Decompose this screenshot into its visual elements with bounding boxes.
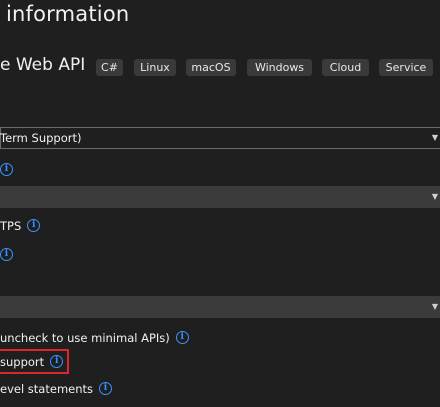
authentication-type-select[interactable]: ▼	[0, 186, 440, 208]
use-controllers-row[interactable]: uncheck to use minimal APIs) i	[0, 329, 189, 347]
dropdown-arrow-icon: ▼	[431, 133, 438, 142]
info-icon[interactable]: i	[0, 163, 13, 176]
tag-csharp: C#	[96, 59, 123, 76]
dropdown-arrow-icon: ▼	[431, 302, 438, 311]
configure-https-row[interactable]: TPS i	[0, 217, 41, 235]
authentication-info-row: i	[0, 160, 13, 179]
info-icon[interactable]: i	[99, 382, 113, 395]
use-controllers-label: uncheck to use minimal APIs)	[0, 331, 170, 345]
tag-service: Service	[379, 59, 433, 76]
enable-openapi-label: support	[0, 355, 45, 369]
info-icon[interactable]: i	[27, 219, 41, 232]
framework-select-value: Term Support)	[0, 131, 82, 145]
info-icon[interactable]: i	[50, 355, 64, 368]
docker-os-select[interactable]: ▼	[0, 296, 440, 318]
configure-https-label: TPS	[0, 219, 22, 233]
top-level-statements-row[interactable]: evel statements i	[0, 380, 113, 398]
framework-select[interactable]: Term Support) ▼	[0, 127, 440, 149]
top-level-statements-label: evel statements	[0, 382, 94, 396]
enable-openapi-row[interactable]: support i	[0, 353, 64, 371]
dropdown-arrow-icon: ▼	[431, 192, 438, 201]
tag-macos: macOS	[186, 59, 236, 76]
enable-docker-info-row: i	[0, 245, 13, 264]
template-name: e Web API	[0, 55, 86, 75]
page-title: information	[6, 2, 130, 26]
tag-linux: Linux	[134, 59, 176, 76]
info-icon[interactable]: i	[0, 248, 13, 261]
info-icon[interactable]: i	[175, 331, 189, 344]
tag-cloud: Cloud	[322, 59, 369, 76]
tag-windows: Windows	[247, 59, 312, 76]
configure-project-page: information e Web API C# Linux macOS Win…	[0, 0, 440, 407]
